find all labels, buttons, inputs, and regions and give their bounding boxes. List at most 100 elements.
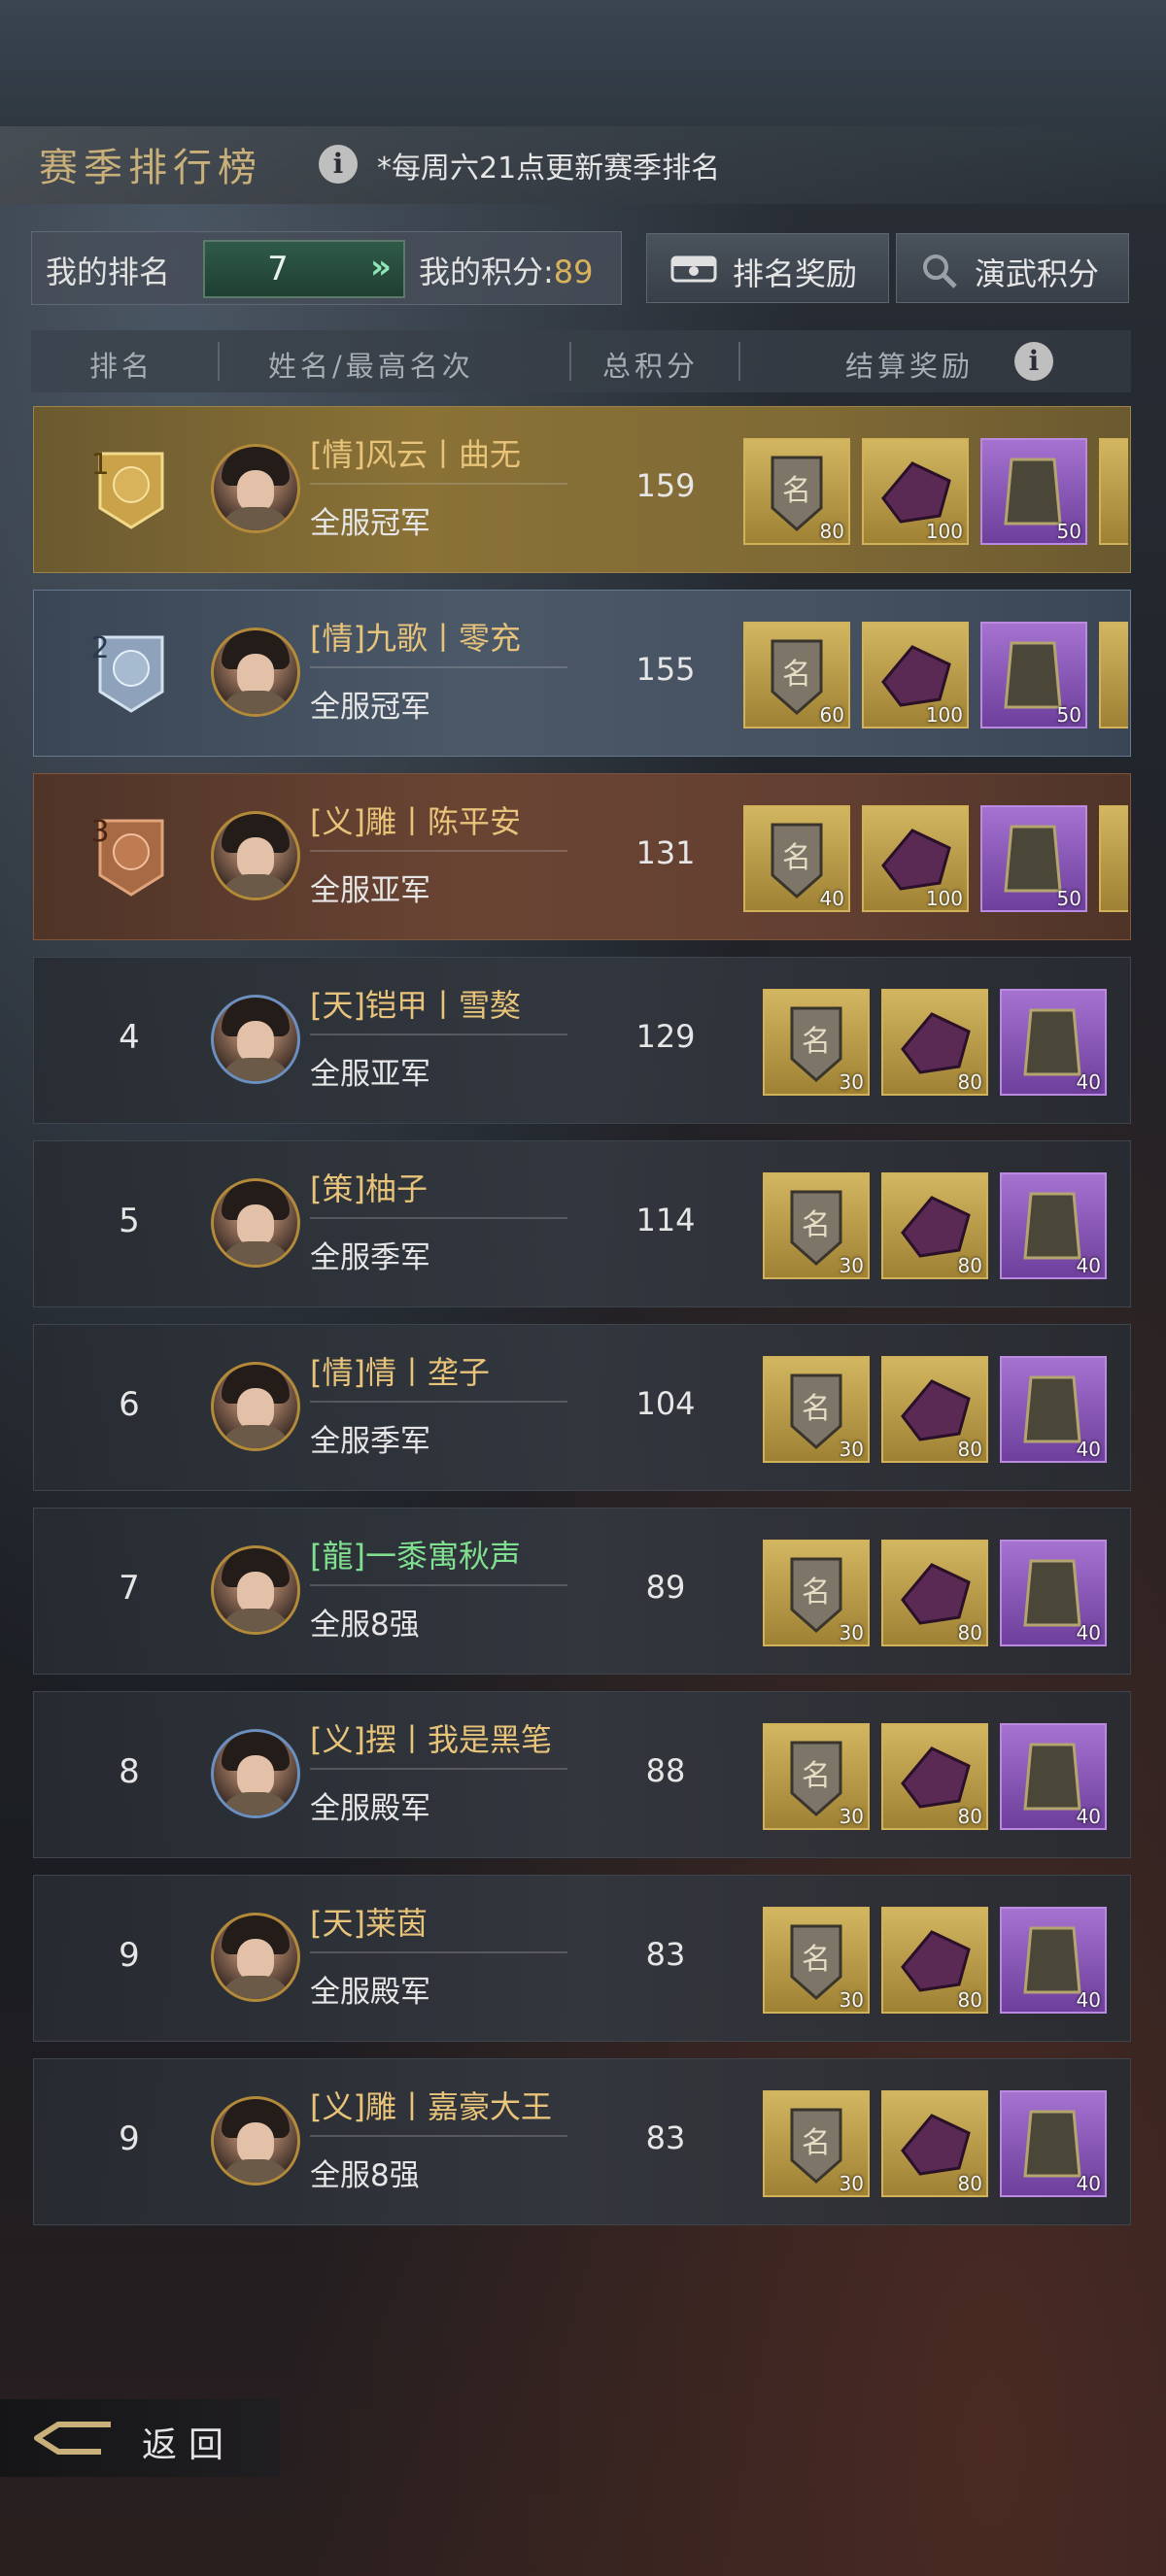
reward-item[interactable]: 100 — [862, 805, 969, 912]
divider — [310, 1768, 567, 1770]
table-row[interactable]: 2 [情]九歌丨零充 全服冠军 155 名 60 100 50 — [33, 590, 1131, 757]
column-score: 总积分 — [602, 350, 700, 383]
reward-item[interactable]: 名 60 — [743, 622, 850, 729]
reward-item[interactable]: 80 — [881, 1540, 988, 1646]
svg-text:名: 名 — [782, 841, 811, 875]
reward-item[interactable]: 40 — [1000, 989, 1107, 1096]
rank-number: 4 — [119, 1018, 140, 1057]
back-label: 返回 — [142, 2425, 236, 2465]
avatar[interactable] — [211, 1178, 300, 1268]
reward-item[interactable]: 100 — [862, 622, 969, 729]
table-row-self[interactable]: 7 [龍]一黍寓秋声 全服8强 89 名 30 80 40 — [33, 1508, 1131, 1675]
best-rank: 全服殿军 — [310, 1791, 430, 1826]
avatar[interactable] — [211, 1545, 300, 1635]
total-score: 83 — [645, 2119, 686, 2156]
avatar[interactable] — [211, 1913, 300, 2002]
best-rank: 全服冠军 — [310, 690, 430, 725]
best-rank: 全服亚军 — [310, 873, 430, 908]
reward-item[interactable]: 80 — [881, 989, 988, 1096]
rank-reward-button[interactable]: 排名奖励 — [646, 233, 889, 303]
double-chevron-right-icon: » — [370, 248, 392, 287]
player-name: [天]铠甲丨雪獒 — [310, 987, 521, 1024]
back-button[interactable]: 返回 — [0, 2399, 280, 2477]
info-icon[interactable]: i — [319, 145, 358, 184]
player-name: [义]雕丨嘉豪大王 — [310, 2088, 552, 2125]
reward-item[interactable]: 40 — [1000, 1723, 1107, 1830]
my-rank-panel: 我的排名 7 » 我的积分:89 — [31, 231, 622, 305]
divider — [310, 1584, 567, 1586]
reward-item[interactable]: 80 — [881, 1172, 988, 1279]
avatar[interactable] — [211, 811, 300, 900]
divider — [310, 483, 567, 485]
reward-item[interactable]: 40 — [1000, 1907, 1107, 2014]
reward-item-partial[interactable] — [1099, 805, 1128, 912]
player-name: [天]莱茵 — [310, 1905, 428, 1942]
reward-item[interactable]: 80 — [881, 1907, 988, 2014]
avatar[interactable] — [211, 1362, 300, 1451]
avatar[interactable] — [211, 444, 300, 533]
reward-item[interactable]: 名 30 — [763, 1540, 870, 1646]
rank-number: 3 — [90, 815, 110, 849]
reward-item[interactable]: 名 30 — [763, 1172, 870, 1279]
reward-item[interactable]: 80 — [881, 1723, 988, 1830]
table-row[interactable]: 5 [策]柚子 全服季军 114 名 30 80 40 — [33, 1140, 1131, 1307]
my-rank-jump-button[interactable]: 7 » — [203, 240, 405, 298]
svg-text:名: 名 — [802, 1576, 831, 1610]
reward-item[interactable]: 50 — [980, 805, 1087, 912]
reward-item[interactable]: 40 — [1000, 1540, 1107, 1646]
practice-score-button[interactable]: 演武积分 — [896, 233, 1129, 303]
rank-number: 2 — [90, 631, 110, 665]
reward-item-partial[interactable] — [1099, 622, 1128, 729]
reward-item[interactable]: 40 — [1000, 1356, 1107, 1463]
avatar[interactable] — [211, 2096, 300, 2186]
reward-item[interactable]: 名 30 — [763, 2090, 870, 2197]
reward-item[interactable]: 50 — [980, 622, 1087, 729]
total-score: 88 — [645, 1752, 686, 1789]
reward-item[interactable]: 80 — [881, 2090, 988, 2197]
reward-item[interactable]: 50 — [980, 438, 1087, 545]
reward-item[interactable]: 40 — [1000, 2090, 1107, 2197]
total-score: 89 — [645, 1569, 686, 1606]
table-row[interactable]: 3 [义]雕丨陈平安 全服亚军 131 名 40 100 50 — [33, 773, 1131, 940]
reward-item[interactable]: 名 30 — [763, 1723, 870, 1830]
update-note: *每周六21点更新赛季排名 — [377, 152, 721, 186]
reward-item-partial[interactable] — [1099, 438, 1128, 545]
reward-item[interactable]: 100 — [862, 438, 969, 545]
table-row[interactable]: 8 [义]摆丨我是黑笔 全服殿军 88 名 30 80 40 — [33, 1691, 1131, 1858]
reward-item[interactable]: 名 40 — [743, 805, 850, 912]
avatar[interactable] — [211, 627, 300, 717]
reward-item[interactable]: 40 — [1000, 1172, 1107, 1279]
table-row[interactable]: 4 [天]铠甲丨雪獒 全服亚军 129 名 30 80 40 — [33, 957, 1131, 1124]
best-rank: 全服殿军 — [310, 1975, 430, 2010]
best-rank: 全服冠军 — [310, 506, 430, 541]
best-rank: 全服季军 — [310, 1240, 430, 1275]
svg-text:名: 名 — [802, 1943, 831, 1977]
player-name: [策]柚子 — [310, 1170, 428, 1207]
avatar[interactable] — [211, 1729, 300, 1818]
reward-info-icon[interactable]: i — [1014, 342, 1053, 381]
my-rank-label: 我的排名 — [46, 254, 171, 290]
table-row[interactable]: 9 [天]莱茵 全服殿军 83 名 30 80 40 — [33, 1875, 1131, 2042]
total-score: 104 — [635, 1385, 696, 1422]
my-score-label: 我的积分: — [419, 254, 554, 290]
table-row[interactable]: 9 [义]雕丨嘉豪大王 全服8强 83 名 30 80 40 — [33, 2058, 1131, 2225]
player-name: [龍]一黍寓秋声 — [310, 1538, 521, 1575]
reward-item[interactable]: 名 80 — [743, 438, 850, 545]
my-rank-value: 7 — [267, 250, 289, 288]
avatar[interactable] — [211, 995, 300, 1084]
svg-text:名: 名 — [782, 658, 811, 692]
reward-item[interactable]: 名 30 — [763, 1356, 870, 1463]
table-row[interactable]: 1 [情]风云丨曲无 全服冠军 159 名 80 100 50 — [33, 406, 1131, 573]
table-row[interactable]: 6 [情]情丨垄子 全服季军 104 名 30 80 40 — [33, 1324, 1131, 1491]
rank-number: 6 — [119, 1385, 140, 1424]
reward-item[interactable]: 名 30 — [763, 1907, 870, 2014]
reward-item[interactable]: 名 30 — [763, 989, 870, 1096]
reward-item[interactable]: 80 — [881, 1356, 988, 1463]
my-score-value: 89 — [553, 254, 594, 290]
rank-number: 9 — [119, 2119, 140, 2158]
total-score: 129 — [635, 1018, 696, 1055]
total-score: 114 — [635, 1202, 696, 1238]
divider — [310, 2135, 567, 2137]
total-score: 131 — [635, 834, 696, 871]
rank-number: 9 — [119, 1936, 140, 1975]
